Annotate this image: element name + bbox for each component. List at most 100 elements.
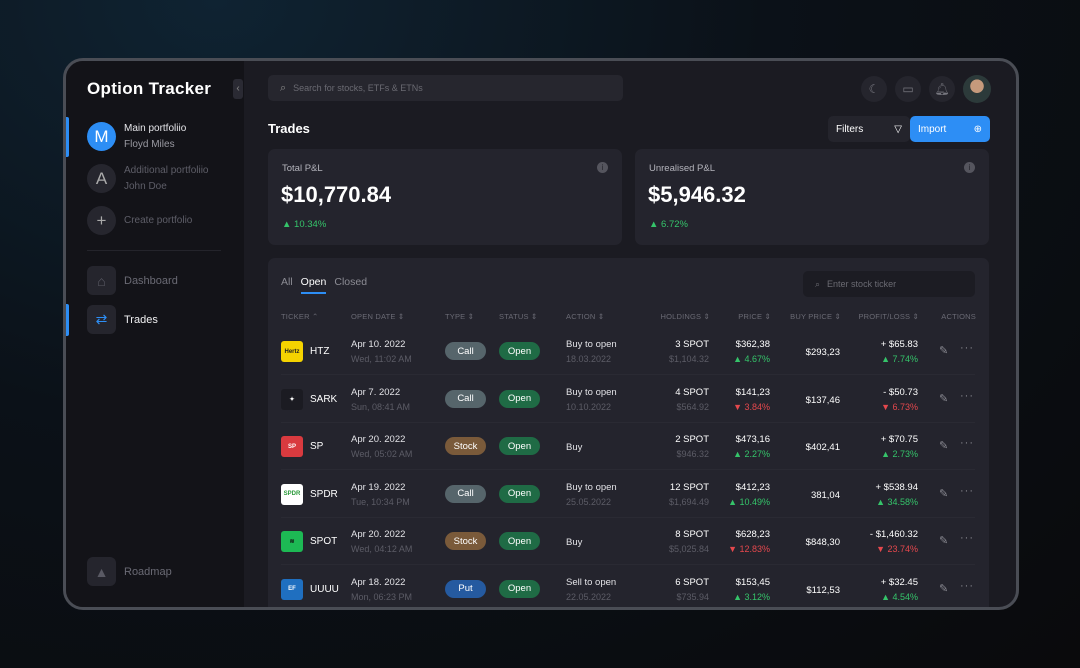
holdings-value: $946.32 xyxy=(676,449,709,459)
action-date: 10.10.2022 xyxy=(566,401,612,412)
col-ticker[interactable]: TICKER ⌃ xyxy=(281,312,318,321)
import-button[interactable]: Import ⊕ xyxy=(910,116,990,142)
table-row[interactable]: SPDR SPDR Apr 19. 2022 Tue, 10:34 PM Cal… xyxy=(281,471,975,518)
price-change: ▲ 3.12% xyxy=(733,591,770,602)
edit-icon[interactable]: ✎ xyxy=(939,487,948,500)
table-row[interactable]: EF UUUU Apr 18. 2022 Mon, 06:23 PM Put O… xyxy=(281,566,975,608)
col-profit-loss[interactable]: PROFIT/LOSS ⇕ xyxy=(858,312,919,321)
price: $153,45 xyxy=(735,576,770,588)
trades-arrows-icon: ⇄ xyxy=(87,305,116,334)
table-row[interactable]: ✦ SARK Apr 7. 2022 Sun, 08:41 AM Call Op… xyxy=(281,376,975,423)
portfolio-main[interactable]: M Main portfoliio Floyd Miles xyxy=(87,122,186,151)
filter-icon: ▽ xyxy=(894,123,902,135)
status-badge: Open xyxy=(499,389,540,408)
ticker: SARK xyxy=(310,393,338,405)
edit-icon[interactable]: ✎ xyxy=(939,392,948,405)
price: $473,16 xyxy=(735,434,770,445)
moon-icon[interactable]: ☾ xyxy=(861,76,887,102)
avatar: A xyxy=(87,164,116,193)
table-row[interactable]: SP SP Apr 20. 2022 Wed, 05:02 AM Stock O… xyxy=(281,423,975,470)
holdings: 12 SPOT xyxy=(669,481,709,493)
type-badge: Stock xyxy=(445,437,486,455)
price: $362,38 xyxy=(735,339,770,350)
open-time: Tue, 10:34 PM xyxy=(351,496,410,507)
col-type[interactable]: TYPE ⇕ xyxy=(445,312,474,321)
open-time: Mon, 06:23 PM xyxy=(351,591,413,602)
tab-open[interactable]: Open xyxy=(300,276,327,294)
open-time: Wed, 04:12 AM xyxy=(351,544,413,554)
col-action[interactable]: ACTION ⇕ xyxy=(566,312,604,321)
more-options-icon[interactable]: ··· xyxy=(960,437,974,449)
table-row[interactable]: ≋ SPOT Apr 20. 2022 Wed, 04:12 AM Stock … xyxy=(281,518,975,565)
action: Buy to open xyxy=(566,481,617,493)
sidebar-item-dashboard[interactable]: ⌂ Dashboard xyxy=(87,266,178,295)
holdings: 2 SPOT xyxy=(675,434,709,445)
nav-label: Roadmap xyxy=(124,565,172,578)
import-label: Import xyxy=(918,123,947,135)
col-holdings[interactable]: HOLDINGS ⇕ xyxy=(660,312,710,321)
search-input[interactable]: ⌕ Search for stocks, ETFs & ETNs xyxy=(268,75,623,101)
profit-loss: + $65.83 xyxy=(880,339,918,350)
ticker-logo: SP xyxy=(281,436,303,457)
kpi-total-pl: Total P&L i $10,770.84 ▲ 10.34% xyxy=(268,149,622,245)
type-badge: Call xyxy=(445,342,486,360)
ticker: UUUU xyxy=(310,583,339,595)
status-badge: Open xyxy=(499,579,540,598)
open-time: Sun, 08:41 AM xyxy=(351,401,411,412)
status-badge: Open xyxy=(499,484,540,503)
filters-button[interactable]: Filters ▽ xyxy=(828,116,910,142)
roadmap-icon: ▲ xyxy=(87,557,116,586)
divider xyxy=(87,250,221,251)
more-options-icon[interactable]: ··· xyxy=(960,485,974,497)
type-badge: Put xyxy=(445,579,486,598)
collapse-sidebar-button[interactable]: ‹ xyxy=(233,79,243,99)
more-options-icon[interactable]: ··· xyxy=(960,532,974,544)
buy-price: $112,53 xyxy=(806,584,840,596)
price: $141,23 xyxy=(735,386,770,398)
open-date: Apr 19. 2022 xyxy=(351,481,406,493)
profit-loss-change: ▲ 34.58% xyxy=(876,496,918,507)
action: Buy xyxy=(566,442,583,453)
col-status[interactable]: STATUS ⇕ xyxy=(499,312,537,321)
buy-price: $402,41 xyxy=(805,442,840,453)
edit-icon[interactable]: ✎ xyxy=(939,534,948,547)
create-portfolio-button[interactable]: + Create portfolio xyxy=(87,206,192,235)
action-date: 22.05.2022 xyxy=(566,591,612,602)
calendar-icon[interactable]: ▭ xyxy=(895,76,921,102)
sidebar-item-roadmap[interactable]: ▲ Roadmap xyxy=(87,557,172,586)
profit-loss-change: ▲ 2.73% xyxy=(881,449,918,459)
ticker-search-input[interactable]: ⌕ Enter stock ticker xyxy=(803,271,975,297)
plus-icon: + xyxy=(87,206,116,235)
table-row[interactable]: Hertz HTZ Apr 10. 2022 Wed, 11:02 AM Cal… xyxy=(281,328,975,375)
col-open-date[interactable]: OPEN DATE ⇕ xyxy=(351,312,404,321)
portfolio-additional[interactable]: A Additional portfoliio John Doe xyxy=(87,164,209,193)
price-change: ▼ 3.84% xyxy=(733,401,770,412)
page-title: Trades xyxy=(268,121,310,136)
price-change: ▼ 12.83% xyxy=(728,544,770,554)
ticker: SP xyxy=(310,441,324,452)
user-avatar[interactable] xyxy=(963,75,991,103)
more-options-icon[interactable]: ··· xyxy=(960,390,974,402)
holdings-value: $564.92 xyxy=(676,401,709,412)
tabs: All Open Closed xyxy=(281,276,367,294)
nav-label: Trades xyxy=(124,313,158,326)
profit-loss-change: ▲ 7.74% xyxy=(881,354,918,364)
edit-icon[interactable]: ✎ xyxy=(939,344,948,357)
col-price[interactable]: PRICE ⇕ xyxy=(738,312,771,321)
tab-closed[interactable]: Closed xyxy=(334,276,367,294)
more-options-icon[interactable]: ··· xyxy=(960,580,974,592)
col-buy-price[interactable]: BUY PRICE ⇕ xyxy=(790,312,841,321)
edit-icon[interactable]: ✎ xyxy=(939,582,948,595)
ticker-logo: EF xyxy=(281,578,303,600)
profit-loss: + $32.45 xyxy=(880,576,918,588)
tab-all[interactable]: All xyxy=(281,276,293,294)
info-icon[interactable]: i xyxy=(597,162,608,173)
edit-icon[interactable]: ✎ xyxy=(939,439,948,452)
filters-label: Filters xyxy=(836,123,864,135)
notification-icon[interactable]: 🔔︎ xyxy=(929,76,955,102)
kpi-change: ▲ 10.34% xyxy=(282,219,327,230)
more-options-icon[interactable]: ··· xyxy=(960,342,974,354)
sidebar-item-trades[interactable]: ⇄ Trades xyxy=(87,305,158,334)
status-badge: Open xyxy=(499,437,540,455)
info-icon[interactable]: i xyxy=(964,162,975,173)
